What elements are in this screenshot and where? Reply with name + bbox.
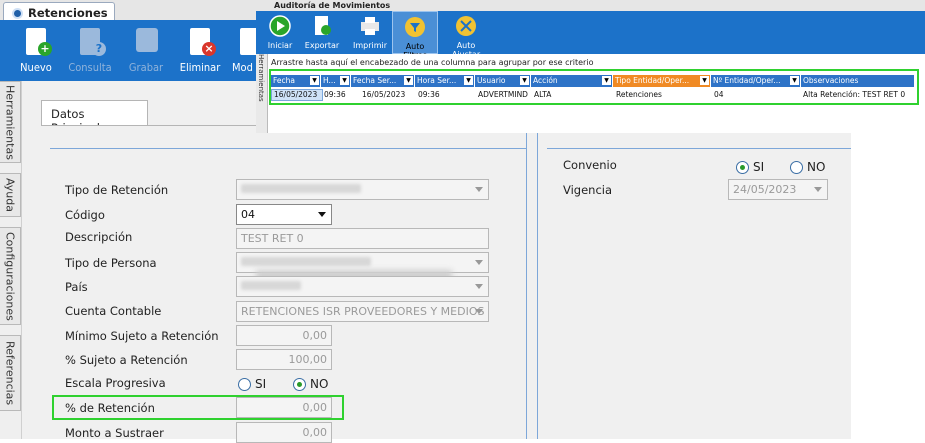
side-tab-herramientas[interactable]: Herramientas — [0, 81, 21, 163]
escala-progresiva-label: Escala Progresiva — [65, 376, 166, 390]
pais-select[interactable] — [236, 276, 489, 297]
chevron-down-icon — [814, 187, 822, 192]
escala-si-radio[interactable]: SI — [238, 377, 266, 391]
save-icon — [136, 28, 158, 52]
tipo-retencion-label: Tipo de Retención — [65, 183, 169, 197]
play-icon — [269, 15, 291, 37]
chevron-down-icon — [475, 260, 483, 265]
side-tab-referencias[interactable]: Referencias — [0, 335, 21, 411]
convenio-label: Convenio — [563, 158, 617, 172]
autofit-icon — [456, 16, 476, 36]
side-tab-ayuda[interactable]: Ayuda — [0, 173, 21, 217]
pct-sujeto-label: % Sujeto a Retención — [65, 353, 188, 367]
audit-toolbar: Iniciar Exportar Imprimir Auto Filtros A… — [256, 11, 925, 60]
new-button[interactable]: + Nuevo — [12, 20, 60, 81]
auto-filtros-button[interactable]: Auto Filtros — [392, 11, 438, 60]
chevron-down-icon — [475, 284, 483, 289]
descripcion-label: Descripción — [65, 230, 133, 244]
minimo-sujeto-field[interactable]: 0,00 — [236, 325, 332, 346]
auto-ajustar-button[interactable]: Auto Ajustar — [442, 11, 490, 59]
escala-no-radio[interactable]: NO — [293, 377, 328, 391]
chevron-down-icon — [318, 212, 326, 217]
convenio-si-radio[interactable]: SI — [736, 160, 764, 174]
monto-sustraer-field[interactable]: 0,00 — [236, 422, 332, 443]
vigencia-date-picker[interactable]: 24/05/2023 — [728, 179, 828, 200]
query-button[interactable]: ? Consulta — [66, 20, 114, 81]
highlight-box — [269, 69, 919, 105]
audit-title: Auditoría de Movimientos — [274, 1, 391, 10]
side-tab-configuraciones[interactable]: Configuraciones — [0, 227, 21, 325]
tipo-persona-label: Tipo de Persona — [65, 256, 157, 270]
save-button[interactable]: Grabar — [122, 20, 170, 81]
cuenta-contable-select[interactable]: RETENCIONES ISR PROVEEDORES Y MEDIOS — [236, 301, 489, 322]
vigencia-label: Vigencia — [563, 183, 613, 197]
divider — [537, 133, 538, 439]
codigo-label: Código — [65, 208, 105, 222]
chevron-down-icon — [475, 309, 483, 314]
audit-side-strip[interactable]: Herramientas — [256, 54, 268, 133]
minimo-sujeto-label: Mínimo Sujeto a Retención — [65, 329, 219, 343]
delete-button[interactable]: × Eliminar — [176, 20, 224, 81]
chevron-down-icon — [475, 187, 483, 192]
divider — [547, 148, 851, 149]
main-toolbar: + Nuevo ? Consulta Grabar × Eliminar Mod — [0, 20, 260, 81]
highlight-box — [52, 395, 344, 420]
tab-datos-principales[interactable]: Datos Principales — [41, 100, 148, 135]
exportar-button[interactable]: Exportar — [300, 11, 344, 54]
tipo-retencion-select[interactable] — [236, 179, 489, 200]
divider — [526, 133, 527, 439]
codigo-select[interactable]: 04 — [236, 204, 332, 225]
iniciar-button[interactable]: Iniciar — [262, 11, 298, 54]
descripcion-field[interactable]: TEST RET 0 — [236, 228, 489, 249]
print-icon — [361, 17, 379, 35]
filter-icon — [405, 17, 425, 37]
imprimir-button[interactable]: Imprimir — [350, 11, 390, 54]
cuenta-contable-label: Cuenta Contable — [65, 304, 162, 318]
export-icon — [315, 16, 331, 35]
app-icon — [12, 7, 23, 19]
divider — [50, 148, 526, 149]
monto-sustraer-label: Monto a Sustraer — [65, 426, 164, 440]
audit-title-bar: Auditoría de Movimientos — [256, 0, 925, 11]
tab-retenciones[interactable]: Retenciones — [3, 2, 115, 21]
convenio-no-radio[interactable]: NO — [790, 160, 825, 174]
pais-label: País — [65, 280, 88, 294]
tab-retenciones-label: Retenciones — [28, 6, 108, 20]
group-hint: Arrastre hasta aquí el encabezado de una… — [271, 58, 594, 67]
pct-sujeto-field[interactable]: 100,00 — [236, 349, 332, 370]
side-tabs: Herramientas Ayuda Configuraciones Refer… — [0, 81, 22, 439]
